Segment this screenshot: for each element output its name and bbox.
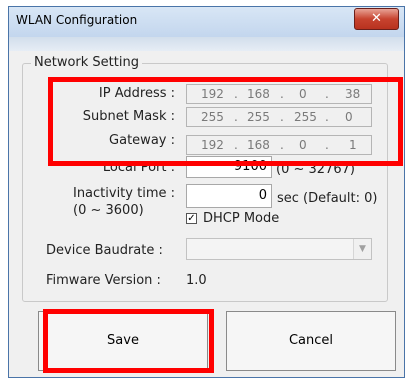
chevron-down-icon[interactable]: ▼	[353, 239, 371, 259]
gateway-field[interactable]: 192 . 168 . 0 . 1	[186, 135, 372, 155]
ip-octet-1: 192	[201, 87, 224, 101]
local-port-range: (0 ~ 32767)	[276, 162, 355, 177]
inactivity-range: (0 ~ 3600)	[73, 203, 144, 218]
dhcp-label: DHCP Mode	[203, 211, 280, 226]
subnet-mask-label: Subnet Mask :	[82, 109, 175, 124]
close-button[interactable]: ✕	[354, 8, 399, 30]
subnet-octet-2: 255	[247, 110, 270, 124]
baudrate-label: Device Baudrate :	[46, 243, 163, 258]
ip-octet-4: 38	[345, 87, 361, 101]
local-port-label: Local Port :	[102, 160, 175, 175]
ip-octet-2: 168	[247, 87, 270, 101]
ip-address-label: IP Address :	[98, 86, 175, 101]
gateway-octet-3: 0	[299, 138, 307, 152]
inactivity-label: Inactivity time :	[72, 186, 175, 201]
gateway-octet-1: 192	[201, 138, 224, 152]
subnet-mask-field[interactable]: 255 . 255 . 255 . 0	[186, 107, 372, 127]
title-bar: WLAN Configuration ✕	[9, 7, 404, 37]
dhcp-checkbox[interactable]: ✓	[186, 213, 197, 224]
network-setting-label: Network Setting	[31, 55, 142, 70]
ip-address-field[interactable]: 192 . 168 . 0 . 38	[186, 84, 372, 104]
local-port-input[interactable]: 9100	[186, 156, 272, 178]
subnet-octet-3: 255	[294, 110, 317, 124]
baudrate-select[interactable]: ▼	[186, 238, 372, 260]
firmware-version-value: 1.0	[186, 273, 207, 288]
close-icon: ✕	[371, 11, 382, 26]
background-strip	[9, 37, 404, 51]
save-button[interactable]: Save	[38, 311, 208, 371]
subnet-octet-1: 255	[201, 110, 224, 124]
gateway-octet-2: 168	[247, 138, 270, 152]
subnet-octet-4: 0	[345, 110, 353, 124]
ip-octet-3: 0	[299, 87, 307, 101]
gateway-label: Gateway :	[109, 133, 175, 148]
window-title: WLAN Configuration	[16, 13, 138, 27]
checkmark-icon: ✓	[187, 213, 196, 224]
firmware-label: Fimware Version :	[46, 273, 161, 288]
inactivity-suffix: sec (Default: 0)	[277, 191, 378, 206]
cancel-button[interactable]: Cancel	[226, 311, 396, 371]
inactivity-input[interactable]: 0	[186, 184, 272, 208]
gateway-octet-4: 1	[349, 138, 357, 152]
